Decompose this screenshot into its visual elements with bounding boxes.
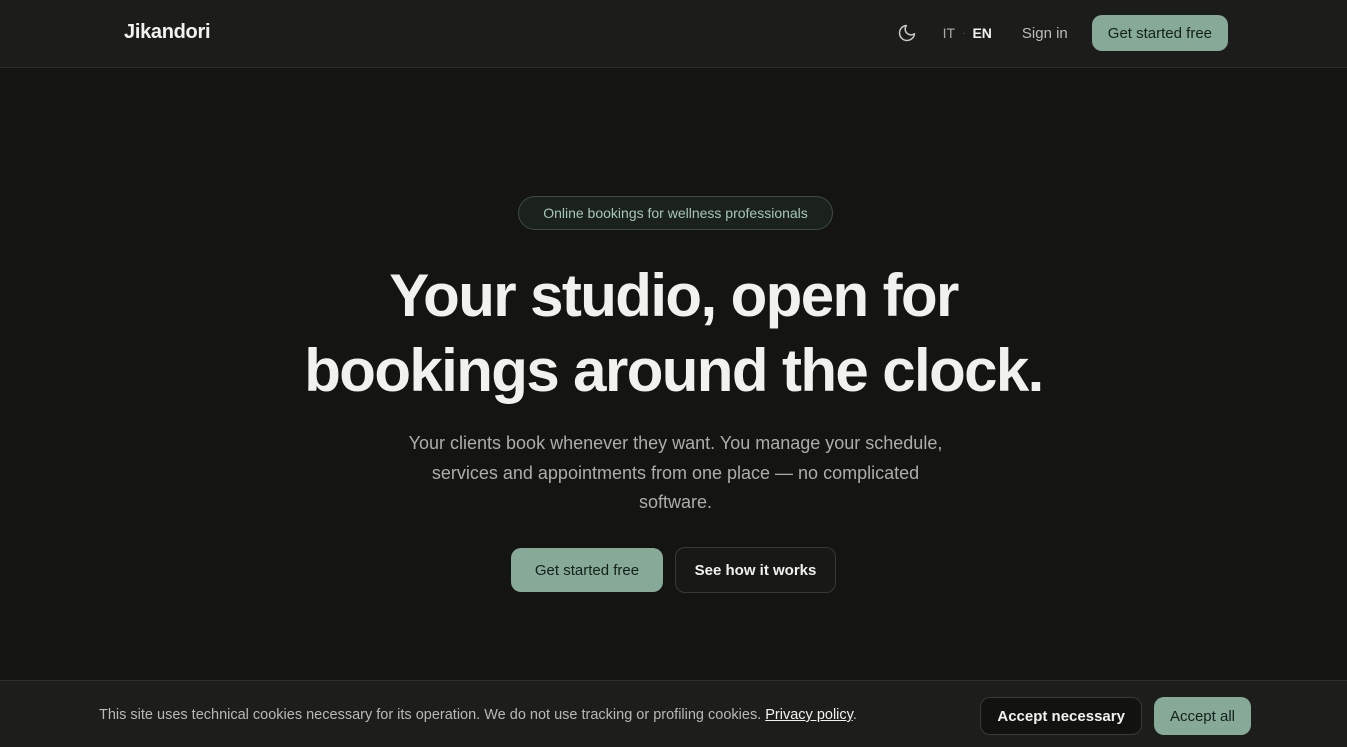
moon-icon xyxy=(898,24,915,42)
accept-necessary-button[interactable]: Accept necessary xyxy=(980,697,1142,735)
header-get-started-button[interactable]: Get started free xyxy=(1091,15,1228,51)
get-started-button[interactable]: Get started free xyxy=(511,548,663,592)
language-option-it[interactable]: IT xyxy=(943,25,955,41)
see-how-it-works-button[interactable]: See how it works xyxy=(675,547,836,593)
hero-headline-line-1: Your studio, open for xyxy=(389,262,959,329)
cookie-message: This site uses technical cookies necessa… xyxy=(99,707,857,723)
theme-toggle-button[interactable] xyxy=(895,21,919,45)
sign-in-link[interactable]: Sign in xyxy=(1022,25,1068,42)
privacy-policy-link[interactable]: Privacy policy xyxy=(765,707,853,723)
language-option-en[interactable]: EN xyxy=(972,25,991,41)
accept-all-button[interactable]: Accept all xyxy=(1153,697,1251,735)
cookie-message-suffix: . xyxy=(852,707,857,723)
language-separator: · xyxy=(962,27,966,39)
hero-badge: Online bookings for wellness professiona… xyxy=(518,196,833,230)
cookie-actions: Accept necessary Accept all xyxy=(980,697,1251,735)
cookie-banner: This site uses technical cookies necessa… xyxy=(0,680,1347,747)
top-navigation-bar: Jikandori IT · EN Sign in Get started fr… xyxy=(0,0,1347,68)
language-switcher: IT · EN xyxy=(943,25,992,41)
nav-actions: IT · EN Sign in Get started free xyxy=(895,15,1228,51)
hero-headline: Your studio, open for bookings around th… xyxy=(0,258,1347,408)
hero-headline-line-2: bookings around the clock. xyxy=(304,337,1044,404)
cookie-message-text: This site uses technical cookies necessa… xyxy=(99,707,766,723)
hero-cta-group: Get started free See how it works xyxy=(0,547,1347,593)
brand-logo[interactable]: Jikandori xyxy=(124,21,211,44)
hero-subtitle: Your clients book whenever they want. Yo… xyxy=(408,433,943,512)
